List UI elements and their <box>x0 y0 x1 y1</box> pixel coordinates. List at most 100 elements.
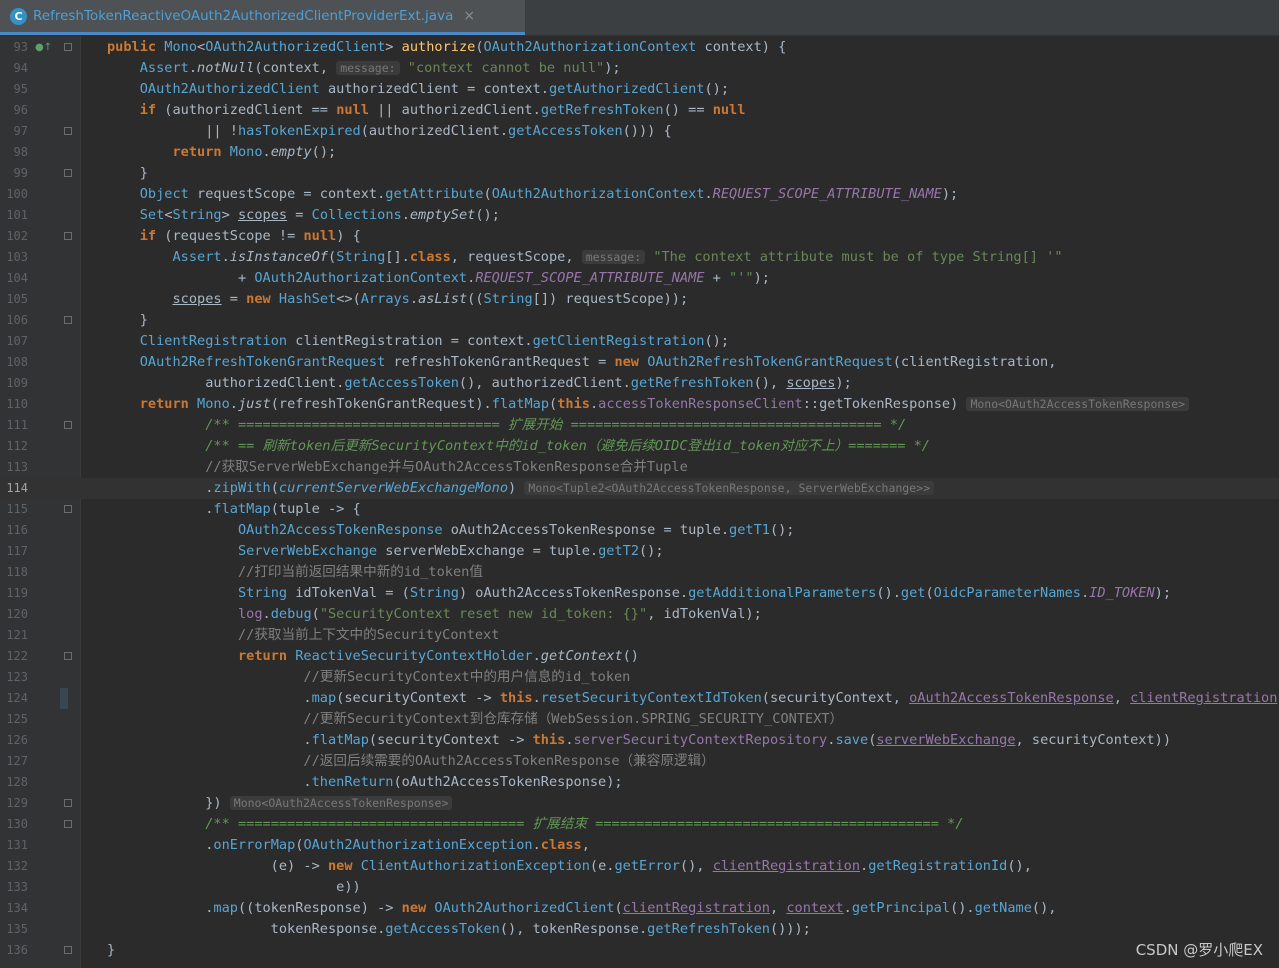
code-text[interactable]: ClientRegistration clientRegistration = … <box>107 331 729 352</box>
code-line[interactable]: 120 log.debug("SecurityContext reset new… <box>0 604 1279 625</box>
line-number[interactable]: 125 <box>0 709 28 730</box>
line-number[interactable]: 117 <box>0 541 28 562</box>
line-number[interactable]: 96 <box>0 100 28 121</box>
code-line[interactable]: 111 /** ================================… <box>0 415 1279 436</box>
code-text[interactable]: Assert.notNull(context, message: "contex… <box>107 58 621 79</box>
code-line[interactable]: 123 //更新SecurityContext中的用户信息的id_token <box>0 667 1279 688</box>
code-line[interactable]: 134 .map((tokenResponse) -> new OAuth2Au… <box>0 898 1279 919</box>
code-line[interactable]: 130 /** ================================… <box>0 814 1279 835</box>
code-line[interactable]: 132 (e) -> new ClientAuthorizationExcept… <box>0 856 1279 877</box>
code-line[interactable]: 107 ClientRegistration clientRegistratio… <box>0 331 1279 352</box>
code-text[interactable]: return Mono.empty(); <box>107 142 336 163</box>
line-number[interactable]: 112 <box>0 436 28 457</box>
line-number[interactable]: 104 <box>0 268 28 289</box>
fold-marker-icon[interactable] <box>64 505 72 513</box>
line-number[interactable]: 102 <box>0 226 28 247</box>
code-line[interactable]: 112 /** == 刷新token后更新SecurityContext中的id… <box>0 436 1279 457</box>
line-number[interactable]: 106 <box>0 310 28 331</box>
line-number[interactable]: 99 <box>0 163 28 184</box>
fold-marker-icon[interactable] <box>64 652 72 660</box>
code-line[interactable]: 119 String idTokenVal = (String) oAuth2A… <box>0 583 1279 604</box>
code-text[interactable]: .flatMap(tuple -> { <box>107 499 361 520</box>
code-line[interactable]: 124 .map(securityContext -> this.resetSe… <box>0 688 1279 709</box>
code-text[interactable]: /** == 刷新token后更新SecurityContext中的id_tok… <box>107 436 930 457</box>
code-line[interactable]: 136} <box>0 940 1279 961</box>
change-marker[interactable] <box>60 688 68 709</box>
code-text[interactable]: } <box>107 940 115 961</box>
line-number[interactable]: 135 <box>0 919 28 940</box>
line-number[interactable]: 124 <box>0 688 28 709</box>
line-number[interactable]: 103 <box>0 247 28 268</box>
code-text[interactable]: //返回后续需要的OAuth2AccessTokenResponse（兼容原逻辑… <box>107 751 714 772</box>
code-text[interactable]: OAuth2RefreshTokenGrantRequest refreshTo… <box>107 352 1057 373</box>
code-text[interactable]: .onErrorMap(OAuth2AuthorizationException… <box>107 835 590 856</box>
code-line[interactable]: 109 authorizedClient.getAccessToken(), a… <box>0 373 1279 394</box>
override-method-icon[interactable]: ●↑ <box>35 42 52 53</box>
code-text[interactable]: tokenResponse.getAccessToken(), tokenRes… <box>107 919 811 940</box>
line-number[interactable]: 107 <box>0 331 28 352</box>
line-number[interactable]: 98 <box>0 142 28 163</box>
line-number[interactable]: 121 <box>0 625 28 646</box>
fold-marker-icon[interactable] <box>64 421 72 429</box>
line-number[interactable]: 108 <box>0 352 28 373</box>
code-line[interactable]: 104 + OAuth2AuthorizationContext.REQUEST… <box>0 268 1279 289</box>
code-line[interactable]: 116 OAuth2AccessTokenResponse oAuth2Acce… <box>0 520 1279 541</box>
code-text[interactable]: OAuth2AuthorizedClient authorizedClient … <box>107 79 729 100</box>
code-text[interactable]: .flatMap(securityContext -> this.serverS… <box>107 730 1171 751</box>
line-number[interactable]: 127 <box>0 751 28 772</box>
code-text[interactable]: //获取ServerWebExchange并与OAuth2AccessToken… <box>107 457 688 478</box>
line-number[interactable]: 126 <box>0 730 28 751</box>
code-line[interactable]: 108 OAuth2RefreshTokenGrantRequest refre… <box>0 352 1279 373</box>
code-line[interactable]: 98 return Mono.empty(); <box>0 142 1279 163</box>
code-line[interactable]: 135 tokenResponse.getAccessToken(), toke… <box>0 919 1279 940</box>
line-number[interactable]: 122 <box>0 646 28 667</box>
code-text[interactable]: String idTokenVal = (String) oAuth2Acces… <box>107 583 1171 604</box>
code-line[interactable]: 113 //获取ServerWebExchange并与OAuth2AccessT… <box>0 457 1279 478</box>
code-line[interactable]: 126 .flatMap(securityContext -> this.ser… <box>0 730 1279 751</box>
line-number[interactable]: 123 <box>0 667 28 688</box>
code-text[interactable]: Set<String> scopes = Collections.emptySe… <box>107 205 500 226</box>
line-number[interactable]: 120 <box>0 604 28 625</box>
code-text[interactable]: Assert.isInstanceOf(String[].class, requ… <box>107 247 1062 268</box>
code-line[interactable]: 118 //打印当前返回结果中新的id_token值 <box>0 562 1279 583</box>
code-line[interactable]: 105 scopes = new HashSet<>(Arrays.asList… <box>0 289 1279 310</box>
line-number[interactable]: 94 <box>0 58 28 79</box>
line-number[interactable]: 109 <box>0 373 28 394</box>
code-line[interactable]: 95 OAuth2AuthorizedClient authorizedClie… <box>0 79 1279 100</box>
line-number[interactable]: 131 <box>0 835 28 856</box>
code-text[interactable]: //获取当前上下文中的SecurityContext <box>107 625 499 646</box>
line-number[interactable]: 97 <box>0 121 28 142</box>
code-line[interactable]: 129 }) Mono<OAuth2AccessTokenResponse> <box>0 793 1279 814</box>
code-line[interactable]: 102 if (requestScope != null) { <box>0 226 1279 247</box>
code-text[interactable]: } <box>107 310 148 331</box>
fold-marker-icon[interactable] <box>64 232 72 240</box>
code-editor[interactable]: 93 ●↑ public Mono<OAuth2AuthorizedClient> … <box>0 36 1279 968</box>
line-number[interactable]: 134 <box>0 898 28 919</box>
code-line[interactable]: 117 ServerWebExchange serverWebExchange … <box>0 541 1279 562</box>
code-text[interactable]: /** ================================ 扩展开… <box>107 415 906 436</box>
code-line[interactable]: 131 .onErrorMap(OAuth2AuthorizationExcep… <box>0 835 1279 856</box>
code-text[interactable]: Object requestScope = context.getAttribu… <box>107 184 958 205</box>
code-text[interactable]: .thenReturn(oAuth2AccessTokenResponse); <box>107 772 622 793</box>
fold-marker-icon[interactable] <box>64 316 72 324</box>
line-number[interactable]: 114 <box>0 478 28 499</box>
line-number[interactable]: 119 <box>0 583 28 604</box>
code-line[interactable]: 96 if (authorizedClient == null || autho… <box>0 100 1279 121</box>
code-line[interactable]: 121 //获取当前上下文中的SecurityContext <box>0 625 1279 646</box>
fold-marker-icon[interactable] <box>64 820 72 828</box>
fold-marker-icon[interactable] <box>64 799 72 807</box>
code-line[interactable]: 94 Assert.notNull(context, message: "con… <box>0 58 1279 79</box>
code-line[interactable]: 106 } <box>0 310 1279 331</box>
code-line[interactable]: 133 e)) <box>0 877 1279 898</box>
line-number[interactable]: 128 <box>0 772 28 793</box>
code-line[interactable]: 110 return Mono.just(refreshTokenGrantRe… <box>0 394 1279 415</box>
fold-marker-icon[interactable] <box>64 169 72 177</box>
close-icon[interactable]: × <box>463 8 475 24</box>
code-text[interactable]: OAuth2AccessTokenResponse oAuth2AccessTo… <box>107 520 795 541</box>
code-text[interactable]: } <box>107 163 148 184</box>
code-text[interactable]: + OAuth2AuthorizationContext.REQUEST_SCO… <box>107 268 770 289</box>
line-number[interactable]: 136 <box>0 940 28 961</box>
code-text[interactable]: authorizedClient.getAccessToken(), autho… <box>107 373 852 394</box>
code-text[interactable]: return ReactiveSecurityContextHolder.get… <box>107 646 639 667</box>
code-text[interactable]: /** =================================== … <box>107 814 963 835</box>
